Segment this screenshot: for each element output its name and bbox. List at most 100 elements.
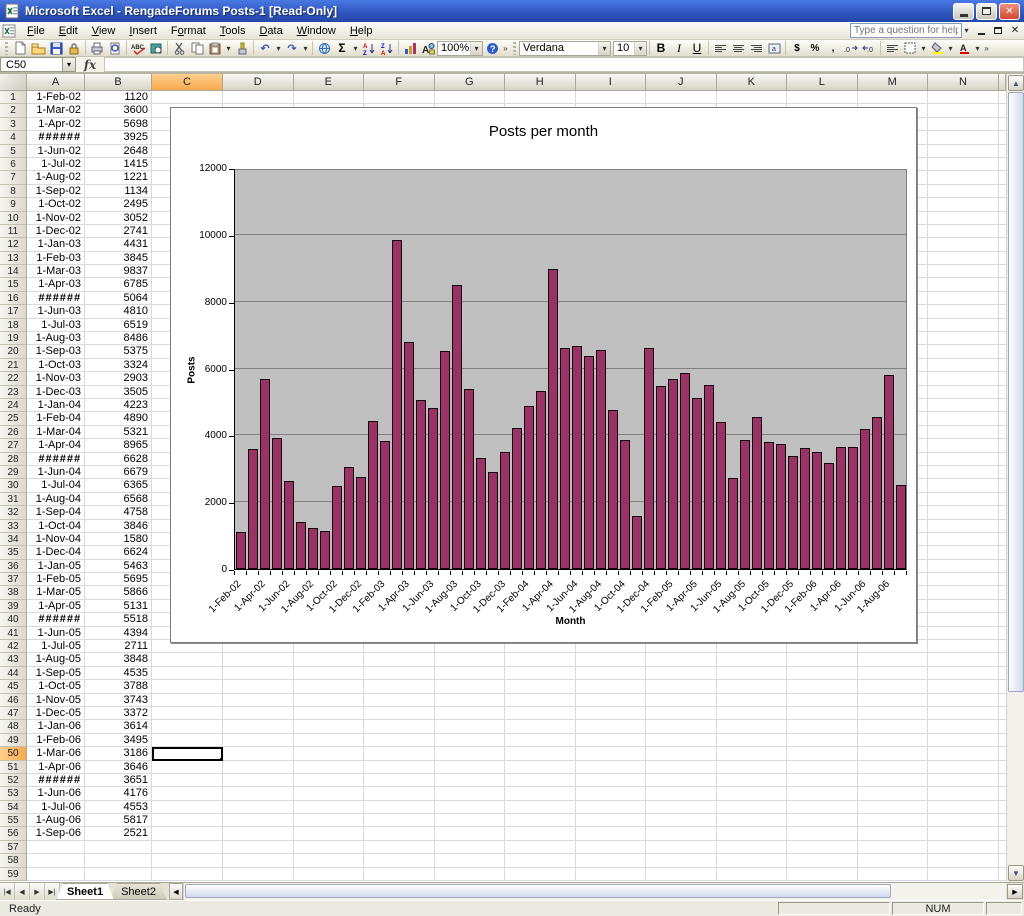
cell-B55[interactable]: 5817 [85,814,152,827]
cell-N19[interactable] [928,332,999,345]
help-question-input[interactable] [850,23,962,38]
chart-bar[interactable] [812,452,822,569]
chart[interactable]: Posts per month Posts 020004000600080001… [170,107,917,643]
cell-J44[interactable] [646,667,717,680]
cell-N32[interactable] [928,506,999,519]
cell-A34[interactable]: 1-Nov-04 [27,533,85,546]
align-right-button[interactable] [747,41,765,56]
sheet-tab-sheet1[interactable]: Sheet1 [56,883,114,900]
cell-A26[interactable]: 1-Mar-04 [27,426,85,439]
cell-C56[interactable] [152,827,223,840]
row-header-38[interactable]: 38 [0,586,27,599]
cell-B30[interactable]: 6365 [85,479,152,492]
menu-item-file[interactable]: File [20,24,52,38]
cell-B23[interactable]: 3505 [85,386,152,399]
cell-A41[interactable]: 1-Jun-05 [27,627,85,640]
cell-B4[interactable]: 3925 [85,131,152,144]
cell-I44[interactable] [576,667,647,680]
chart-bar[interactable] [788,456,798,569]
chart-bar[interactable] [896,485,906,569]
row-header-53[interactable]: 53 [0,787,27,800]
cell-A51[interactable]: 1-Apr-06 [27,761,85,774]
cell-E55[interactable] [294,814,365,827]
cell-C54[interactable] [152,801,223,814]
vertical-scrollbar-thumb[interactable] [1008,92,1024,692]
print-preview-button[interactable] [106,41,124,56]
cell-N15[interactable] [928,278,999,291]
menu-item-insert[interactable]: Insert [122,24,164,38]
cell-H58[interactable] [505,854,576,867]
sort-descending-button[interactable]: ZA [378,41,396,56]
cell-A25[interactable]: 1-Feb-04 [27,412,85,425]
cell-B12[interactable]: 4431 [85,238,152,251]
cell-D44[interactable] [223,667,294,680]
chart-bar[interactable] [668,379,678,569]
cell-J46[interactable] [646,694,717,707]
cell-B25[interactable]: 4890 [85,412,152,425]
cell-A1[interactable]: 1-Feb-02 [27,91,85,104]
cell-B56[interactable]: 2521 [85,827,152,840]
cell-B27[interactable]: 8965 [85,439,152,452]
row-header-27[interactable]: 27 [0,439,27,452]
close-button[interactable]: ✕ [999,3,1020,20]
cell-I51[interactable] [576,761,647,774]
row-header-25[interactable]: 25 [0,412,27,425]
cell-N11[interactable] [928,225,999,238]
cell-A10[interactable]: 1-Nov-02 [27,212,85,225]
row-header-35[interactable]: 35 [0,546,27,559]
row-header-22[interactable]: 22 [0,372,27,385]
cell-L54[interactable] [787,801,858,814]
cell-E54[interactable] [294,801,365,814]
cell-E45[interactable] [294,680,365,693]
cell-N56[interactable] [928,827,999,840]
cell-J59[interactable] [646,868,717,881]
cell-N58[interactable] [928,854,999,867]
cell-B7[interactable]: 1221 [85,171,152,184]
row-header-8[interactable]: 8 [0,185,27,198]
row-header-33[interactable]: 33 [0,520,27,533]
chart-wizard-button[interactable] [401,41,419,56]
cell-A2[interactable]: 1-Mar-02 [27,104,85,117]
drawing-button[interactable]: A [419,41,437,56]
cell-D59[interactable] [223,868,294,881]
cell-L1[interactable] [787,91,858,104]
row-header-40[interactable]: 40 [0,613,27,626]
cell-D49[interactable] [223,734,294,747]
cell-I45[interactable] [576,680,647,693]
cell-K52[interactable] [717,774,788,787]
minimize-button[interactable] [953,3,974,20]
cell-C48[interactable] [152,720,223,733]
cell-N27[interactable] [928,439,999,452]
scroll-up-icon[interactable]: ▲ [1008,75,1024,91]
row-header-16[interactable]: 16 [0,292,27,305]
cell-B44[interactable]: 4535 [85,667,152,680]
cell-B51[interactable]: 3646 [85,761,152,774]
chart-bar[interactable] [320,531,330,569]
cell-N40[interactable] [928,613,999,626]
row-header-1[interactable]: 1 [0,91,27,104]
cell-M52[interactable] [858,774,929,787]
font-color-button[interactable]: A [955,41,973,56]
previous-sheet-icon[interactable]: ◀ [15,883,30,900]
cell-L55[interactable] [787,814,858,827]
cell-F49[interactable] [364,734,435,747]
cell-E51[interactable] [294,761,365,774]
cell-D47[interactable] [223,707,294,720]
cell-N54[interactable] [928,801,999,814]
column-header-G[interactable]: G [435,74,506,91]
tab-split-icon[interactable]: ◀ [169,883,183,900]
chart-bar[interactable] [740,440,750,569]
cell-A49[interactable]: 1-Feb-06 [27,734,85,747]
cell-N46[interactable] [928,694,999,707]
help-dropdown-icon[interactable]: ▾ [962,26,971,35]
cell-J51[interactable] [646,761,717,774]
cell-J47[interactable] [646,707,717,720]
cell-I57[interactable] [576,841,647,854]
cell-D51[interactable] [223,761,294,774]
cell-A57[interactable] [27,841,85,854]
cell-H56[interactable] [505,827,576,840]
cell-B57[interactable] [85,841,152,854]
cell-B6[interactable]: 1415 [85,158,152,171]
cell-D58[interactable] [223,854,294,867]
cell-M47[interactable] [858,707,929,720]
